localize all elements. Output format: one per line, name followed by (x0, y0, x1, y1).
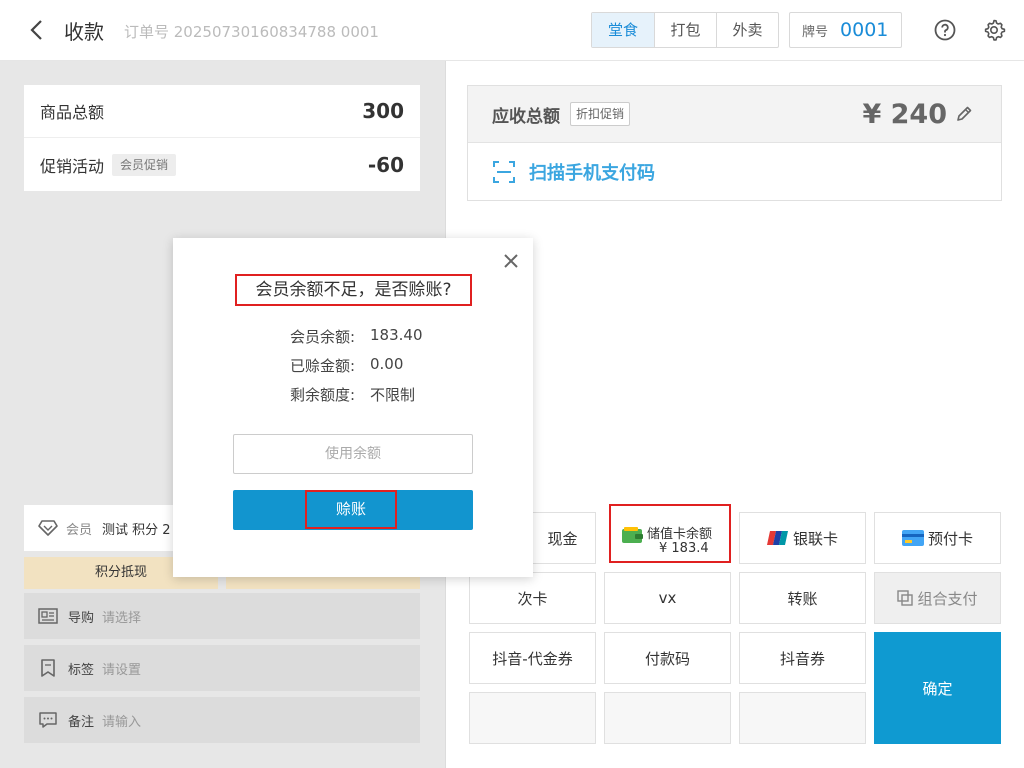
prepaid-card-icon (901, 530, 924, 546)
remaining-limit-value: 不限制 (370, 386, 416, 404)
pay-empty-slot (604, 692, 731, 744)
pay-vx-button[interactable]: vx (604, 572, 731, 624)
tag-row[interactable]: 标签 请设置 (24, 645, 420, 691)
edit-pencil-icon[interactable] (955, 105, 973, 123)
pay-prepaid-button[interactable]: 预付卡 (874, 512, 1001, 564)
pay-unionpay-button[interactable]: 银联卡 (739, 512, 866, 564)
amount-due-value: ¥ 240 (862, 98, 947, 130)
pay-cash-label: 现金 (547, 529, 578, 548)
stored-card-amount: ¥ 183.4 (659, 541, 709, 556)
pay-stored-card-button[interactable]: 储值卡余额 ¥ 183.4 (609, 504, 731, 563)
goods-total-row: 商品总额 300 (24, 85, 420, 137)
credited-amount-label: 已赊金额: (289, 357, 355, 375)
amount-due-card: 应收总额 折扣促销 ¥ 240 扫描手机支付码 (467, 85, 1002, 201)
tab-delivery[interactable]: 外卖 (716, 13, 778, 47)
member-info: 测试 积分 2 (102, 522, 171, 538)
settings-gear-icon[interactable] (982, 18, 1006, 42)
amount-due-label: 应收总额 (492, 106, 560, 127)
goods-total-label: 商品总额 (40, 103, 105, 122)
promotion-tag: 会员促销 (112, 153, 177, 176)
page-title: 收款 (64, 20, 104, 44)
pay-douyin-coupon-button[interactable]: 抖音券 (739, 632, 866, 684)
promotion-label: 促销活动 (40, 156, 105, 176)
unionpay-icon (766, 531, 788, 545)
promotion-row: 促销活动 会员促销 -60 (24, 137, 420, 191)
pay-douyin-voucher-button[interactable]: 抖音-代金券 (469, 632, 596, 684)
pay-combo-button[interactable]: 组合支付 (874, 572, 1001, 624)
use-balance-input[interactable] (233, 434, 473, 474)
guide-value: 请选择 (102, 610, 142, 626)
credit-dialog: 会员余额不足，是否赊账? 会员余额: 183.40 已赊金额: 0.00 剩余额… (173, 238, 533, 577)
guide-row[interactable]: 导购 请选择 (24, 593, 420, 639)
remaining-limit-label: 剩余额度: (289, 386, 355, 404)
remark-row[interactable]: 备注 请输入 (24, 697, 420, 743)
scan-label: 扫描手机支付码 (529, 162, 655, 184)
header-bar: 收款 订单号 20250730160834788 0001 堂食 打包 外卖 牌… (0, 0, 1024, 61)
pay-prepaid-label: 预付卡 (927, 529, 973, 548)
scan-icon (493, 160, 515, 183)
plate-number-box[interactable]: 牌号 0001 (789, 12, 902, 48)
combo-squares-icon (897, 590, 914, 606)
scan-pay-code-button[interactable]: 扫描手机支付码 (468, 143, 1001, 200)
wallet-icon (622, 527, 643, 543)
pay-combo-label: 组合支付 (917, 589, 978, 608)
bookmark-tag-icon (41, 659, 55, 677)
tab-takeaway[interactable]: 打包 (654, 13, 716, 47)
help-icon[interactable] (933, 18, 957, 42)
confirm-button[interactable]: 确定 (874, 632, 1001, 744)
amount-due-header: 应收总额 折扣促销 ¥ 240 (468, 86, 1001, 143)
pay-code-button[interactable]: 付款码 (604, 632, 731, 684)
plate-label: 牌号 (802, 24, 829, 40)
tag-value: 请设置 (102, 662, 142, 678)
close-icon[interactable] (502, 252, 520, 270)
back-arrow-icon[interactable] (26, 18, 48, 42)
credit-button[interactable]: 赊账 (233, 490, 473, 530)
order-number: 订单号 20250730160834788 0001 (124, 23, 379, 41)
promotion-value: -60 (367, 152, 404, 177)
member-balance-label: 会员余额: (289, 328, 355, 346)
plate-number: 0001 (840, 19, 889, 41)
diamond-icon (38, 520, 58, 536)
member-label: 会员 (66, 522, 93, 538)
discount-tag: 折扣促销 (570, 102, 631, 126)
remark-label: 备注 (68, 714, 95, 730)
pay-unionpay-label: 银联卡 (792, 529, 838, 548)
remark-value: 请输入 (102, 714, 142, 730)
tag-label: 标签 (68, 662, 95, 678)
credit-button-label: 赊账 (305, 490, 397, 529)
member-balance-value: 183.40 (370, 326, 423, 344)
pay-times-card-button[interactable]: 次卡 (469, 572, 596, 624)
tab-dine-in[interactable]: 堂食 (592, 13, 654, 47)
summary-card: 商品总额 300 促销活动 会员促销 -60 (24, 85, 420, 191)
pay-empty-slot (739, 692, 866, 744)
credited-amount-value: 0.00 (370, 355, 404, 373)
order-type-tabs: 堂食 打包 外卖 (591, 12, 779, 48)
stored-card-label: 储值卡余额 (647, 527, 713, 542)
guide-label: 导购 (68, 610, 95, 626)
dialog-title: 会员余额不足，是否赊账? (235, 274, 472, 306)
comment-icon (39, 712, 57, 728)
guide-card-icon (38, 608, 58, 624)
pay-empty-slot (469, 692, 596, 744)
pay-transfer-button[interactable]: 转账 (739, 572, 866, 624)
goods-total-value: 300 (362, 99, 404, 123)
